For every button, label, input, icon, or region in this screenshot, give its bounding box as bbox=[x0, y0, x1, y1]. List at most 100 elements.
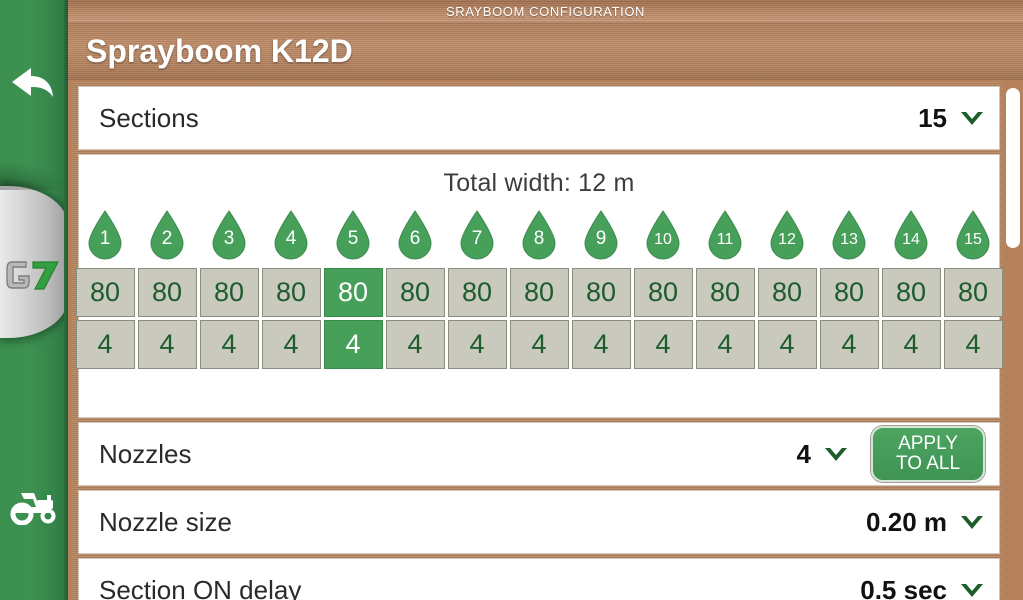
section-number: 11 bbox=[716, 231, 734, 248]
section-nozzle-count-cell[interactable]: 4 bbox=[695, 320, 755, 369]
boom-section-column[interactable]: 1 80 4 bbox=[75, 210, 135, 372]
section-pressure-cell[interactable]: 80 bbox=[75, 268, 135, 317]
section-nozzle-count-cell[interactable]: 4 bbox=[323, 320, 383, 369]
section-number: 3 bbox=[223, 228, 235, 249]
boom-section-column[interactable]: 13 80 4 bbox=[819, 210, 879, 372]
section-pressure-cell[interactable]: 80 bbox=[757, 268, 817, 317]
section-pressure-cell[interactable]: 80 bbox=[137, 268, 197, 317]
content-area: Sections 15 Total width: 12 m 1 80 4 2 80 4 3 8… bbox=[72, 82, 1023, 600]
boom-section-column[interactable]: 2 80 4 bbox=[137, 210, 197, 372]
section-nozzle-count-cell[interactable]: 4 bbox=[881, 320, 941, 369]
back-button[interactable] bbox=[0, 52, 68, 118]
section-on-delay-row[interactable]: Section ON delay 0.5 sec bbox=[78, 558, 1000, 600]
section-number: 12 bbox=[778, 231, 796, 248]
page-header: Sprayboom K12D bbox=[68, 22, 1023, 80]
section-droplet-icon: 13 bbox=[829, 210, 869, 262]
nozzle-size-row[interactable]: Nozzle size 0.20 m bbox=[78, 490, 1000, 554]
boom-layout-panel: Total width: 12 m 1 80 4 2 80 4 3 80 4 4 80 4 5 80 4 6 8… bbox=[75, 154, 1003, 418]
section-number: 8 bbox=[533, 228, 545, 249]
section-pressure-cell[interactable]: 80 bbox=[261, 268, 321, 317]
nozzles-label: Nozzles bbox=[99, 438, 192, 469]
boom-section-column[interactable]: 10 80 4 bbox=[633, 210, 693, 372]
section-nozzle-count-cell[interactable]: 4 bbox=[385, 320, 445, 369]
section-nozzle-count-cell[interactable]: 4 bbox=[261, 320, 321, 369]
section-pressure-cell[interactable]: 80 bbox=[881, 268, 941, 317]
section-pressure-cell[interactable]: 80 bbox=[323, 268, 383, 317]
section-droplet-icon: 14 bbox=[891, 210, 931, 262]
section-number: 6 bbox=[409, 228, 421, 249]
boom-section-column[interactable]: 5 80 4 bbox=[323, 210, 383, 372]
section-number: 14 bbox=[902, 231, 920, 248]
total-width-label: Total width: 12 m bbox=[443, 169, 635, 197]
section-nozzle-count-cell[interactable]: 4 bbox=[571, 320, 631, 369]
section-nozzle-count-cell[interactable]: 4 bbox=[633, 320, 693, 369]
section-droplet-icon: 3 bbox=[209, 210, 249, 262]
vertical-scrollbar-track[interactable] bbox=[1003, 82, 1023, 600]
sections-value: 15 bbox=[918, 102, 947, 133]
section-pressure-cell[interactable]: 80 bbox=[385, 268, 445, 317]
section-droplet-icon: 1 bbox=[85, 210, 125, 262]
section-pressure-cell[interactable]: 80 bbox=[819, 268, 879, 317]
section-number: 10 bbox=[654, 231, 672, 248]
chevron-down-icon[interactable] bbox=[959, 108, 985, 128]
boom-section-column[interactable]: 15 80 4 bbox=[943, 210, 1003, 372]
section-number: 13 bbox=[840, 231, 858, 248]
section-pressure-cell[interactable]: 80 bbox=[509, 268, 569, 317]
section-droplet-icon: 10 bbox=[643, 210, 683, 262]
section-pressure-cell[interactable]: 80 bbox=[633, 268, 693, 317]
section-droplet-icon: 8 bbox=[519, 210, 559, 262]
section-pressure-cell[interactable]: 80 bbox=[695, 268, 755, 317]
section-number: 15 bbox=[964, 231, 982, 248]
section-nozzle-count-cell[interactable]: 4 bbox=[819, 320, 879, 369]
section-droplet-icon: 9 bbox=[581, 210, 621, 262]
section-number: 2 bbox=[161, 228, 173, 249]
tractor-icon bbox=[10, 493, 56, 525]
section-number: 9 bbox=[595, 228, 607, 249]
boom-section-column[interactable]: 9 80 4 bbox=[571, 210, 631, 372]
boom-section-column[interactable]: 8 80 4 bbox=[509, 210, 569, 372]
section-pressure-cell[interactable]: 80 bbox=[199, 268, 259, 317]
section-on-delay-value: 0.5 sec bbox=[860, 574, 947, 600]
apply-to-all-line1: APPLY bbox=[898, 433, 958, 455]
section-pressure-cell[interactable]: 80 bbox=[571, 268, 631, 317]
tractor-button[interactable] bbox=[0, 470, 68, 540]
boom-section-column[interactable]: 4 80 4 bbox=[261, 210, 321, 372]
g7-logo-icon bbox=[6, 261, 59, 290]
section-nozzle-count-cell[interactable]: 4 bbox=[137, 320, 197, 369]
sprayboom-configuration-screen: SRAYBOOM CONFIGURATION Sprayboom K12D Se… bbox=[0, 0, 1023, 600]
g7-logo bbox=[0, 240, 68, 310]
chevron-down-icon[interactable] bbox=[823, 444, 849, 464]
boom-section-column[interactable]: 7 80 4 bbox=[447, 210, 507, 372]
section-droplet-icon: 15 bbox=[953, 210, 993, 262]
nozzles-row[interactable]: Nozzles 4 APPLY TO ALL bbox=[78, 422, 1000, 486]
apply-to-all-button[interactable]: APPLY TO ALL bbox=[871, 426, 985, 482]
section-nozzle-count-cell[interactable]: 4 bbox=[509, 320, 569, 369]
section-droplet-icon: 4 bbox=[271, 210, 311, 262]
sections-label: Sections bbox=[99, 102, 199, 133]
section-number: 5 bbox=[347, 228, 359, 249]
section-number: 1 bbox=[99, 228, 111, 249]
chevron-down-icon[interactable] bbox=[959, 512, 985, 532]
section-droplet-icon: 2 bbox=[147, 210, 187, 262]
window-title: SRAYBOOM CONFIGURATION bbox=[445, 3, 646, 19]
vertical-scrollbar-thumb[interactable] bbox=[1006, 88, 1020, 248]
section-nozzle-count-cell[interactable]: 4 bbox=[943, 320, 1003, 369]
section-droplet-icon: 7 bbox=[457, 210, 497, 262]
nozzles-value: 4 bbox=[796, 438, 811, 469]
section-nozzle-count-cell[interactable]: 4 bbox=[447, 320, 507, 369]
boom-section-column[interactable]: 12 80 4 bbox=[757, 210, 817, 372]
section-nozzle-count-cell[interactable]: 4 bbox=[757, 320, 817, 369]
nozzle-size-value: 0.20 m bbox=[866, 506, 947, 537]
boom-section-column[interactable]: 3 80 4 bbox=[199, 210, 259, 372]
section-pressure-cell[interactable]: 80 bbox=[447, 268, 507, 317]
section-number: 4 bbox=[285, 228, 297, 249]
apply-to-all-line2: TO ALL bbox=[895, 453, 961, 474]
section-nozzle-count-cell[interactable]: 4 bbox=[199, 320, 259, 369]
section-nozzle-count-cell[interactable]: 4 bbox=[75, 320, 135, 369]
chevron-down-icon[interactable] bbox=[959, 580, 985, 600]
boom-section-column[interactable]: 11 80 4 bbox=[695, 210, 755, 372]
boom-section-column[interactable]: 14 80 4 bbox=[881, 210, 941, 372]
sections-row[interactable]: Sections 15 bbox=[78, 86, 1000, 150]
boom-section-column[interactable]: 6 80 4 bbox=[385, 210, 445, 372]
section-pressure-cell[interactable]: 80 bbox=[943, 268, 1003, 317]
